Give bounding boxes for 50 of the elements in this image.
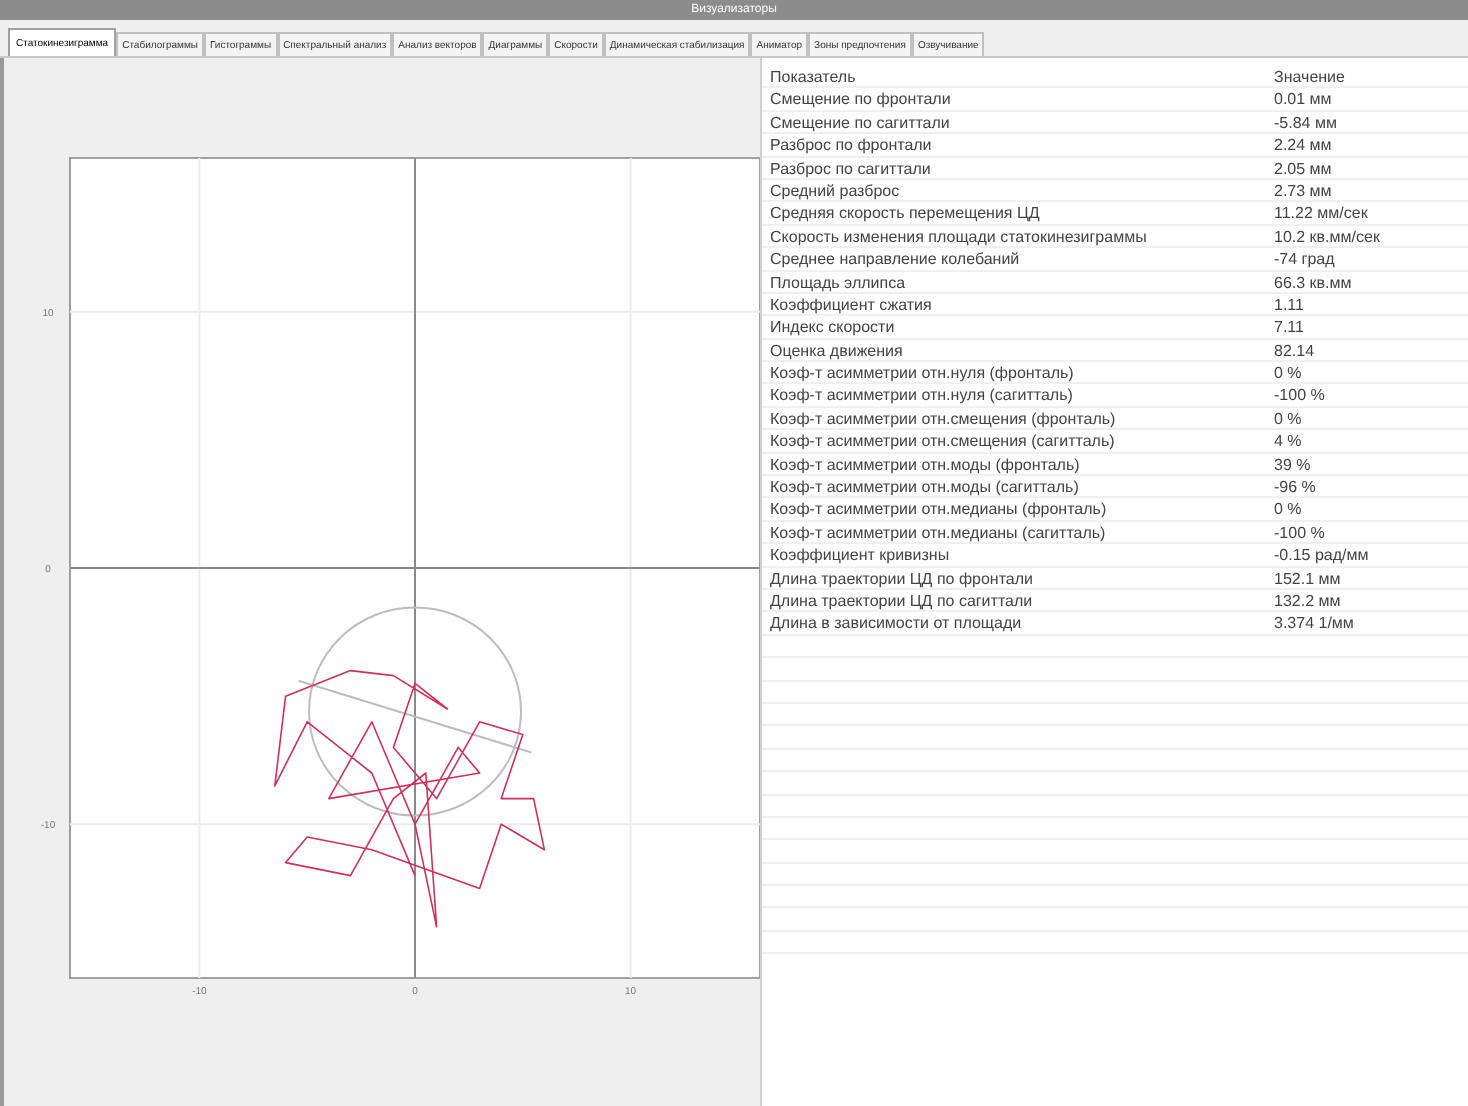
table-cell-text: 132.2 мм bbox=[1272, 589, 1343, 611]
table-cell-text: Среднее направление колебаний bbox=[768, 248, 1022, 270]
table-cell-text: -100 % bbox=[1272, 521, 1327, 543]
table-cell-text: 3.374 1/мм bbox=[1272, 612, 1356, 634]
table-cell-text: Скорость изменения площади статокинезиграммы bbox=[768, 225, 1149, 247]
table-cell-text: -96 % bbox=[1272, 476, 1318, 497]
table-cell-text: 0 % bbox=[1272, 498, 1304, 520]
table-cell-text: 152.1 мм bbox=[1272, 567, 1343, 588]
table-cell-text: Коэф-т асимметрии отн.смещения (сагитталь) bbox=[768, 430, 1117, 452]
table-cell-text: 0.01 мм bbox=[1272, 88, 1334, 110]
table-cell-text: 2.05 мм bbox=[1272, 157, 1334, 178]
table-cell-text: Коэф-т асимметрии отн.смещения (фронталь) bbox=[768, 407, 1118, 429]
table-cell-text: Длина траектории ЦД по фронтали bbox=[768, 567, 1035, 588]
table-cell-text: 39 % bbox=[1272, 453, 1313, 475]
table-cell-text: Коэф-т асимметрии отн.нуля (фронталь) bbox=[768, 362, 1076, 383]
table-cell-text: Коэффициент кривизны bbox=[768, 544, 952, 566]
table-cell-text: 2.73 мм bbox=[1272, 179, 1334, 201]
table-cell-text: 4 % bbox=[1272, 430, 1304, 452]
table-cell-text: Длина в зависимости от площади bbox=[768, 612, 1024, 634]
table-cell-text: Смещение по сагиттали bbox=[768, 111, 952, 133]
table-cell-text: Коэф-т асимметрии отн.медианы (сагитталь) bbox=[768, 521, 1108, 543]
table-cell-text: Площадь эллипса bbox=[768, 271, 908, 292]
table-cell-text: Коэффициент сжатия bbox=[768, 293, 934, 315]
table-cell-text: -74 град bbox=[1272, 248, 1337, 270]
table-cell-text: Коэф-т асимметрии отн.моды (сагитталь) bbox=[768, 476, 1081, 497]
table-cell-text: Коэф-т асимметрии отн.медианы (фронталь) bbox=[768, 498, 1109, 520]
table-cell-text: 1.11 bbox=[1272, 293, 1306, 315]
table-cell-text: Средняя скорость перемещения ЦД bbox=[768, 202, 1042, 224]
table-cell-text: 0 % bbox=[1272, 362, 1304, 383]
table-cell-text: Смещение по фронтали bbox=[768, 88, 953, 110]
table-cell-text: Коэф-т асимметрии отн.нуля (сагитталь) bbox=[768, 384, 1075, 406]
table-cell-text: Длина траектории ЦД по сагиттали bbox=[768, 589, 1035, 611]
table-cell-text: 2.24 мм bbox=[1272, 134, 1334, 156]
table-cell-text: 10.2 кв.мм/сек bbox=[1272, 225, 1382, 247]
table-cell-text: 11.22 мм/сек bbox=[1272, 202, 1370, 224]
table-cell-text: Разброс по фронтали bbox=[768, 134, 934, 156]
table-cell-text: 66.3 кв.мм bbox=[1272, 271, 1354, 292]
table-cell-text: Средний разброс bbox=[768, 179, 902, 201]
table-cell-text: Разброс по сагиттали bbox=[768, 157, 933, 178]
column-header: Значение bbox=[1272, 66, 1347, 87]
table-cell-text: Оценка движения bbox=[768, 339, 905, 361]
table-cell-text: -5.84 мм bbox=[1272, 111, 1339, 133]
table-cell-text: 0 % bbox=[1272, 407, 1304, 429]
table-cell-text: 82.14 bbox=[1272, 339, 1317, 361]
table-cell-text: -100 % bbox=[1272, 384, 1327, 406]
table-cell-text: Индекс скорости bbox=[768, 316, 897, 338]
column-header: Показатель bbox=[768, 66, 858, 87]
table-cell-text: -0.15 рад/мм bbox=[1272, 544, 1371, 566]
table-cell-text: 7.11 bbox=[1272, 316, 1306, 338]
table-cell-text: Коэф-т асимметрии отн.моды (фронталь) bbox=[768, 453, 1082, 475]
